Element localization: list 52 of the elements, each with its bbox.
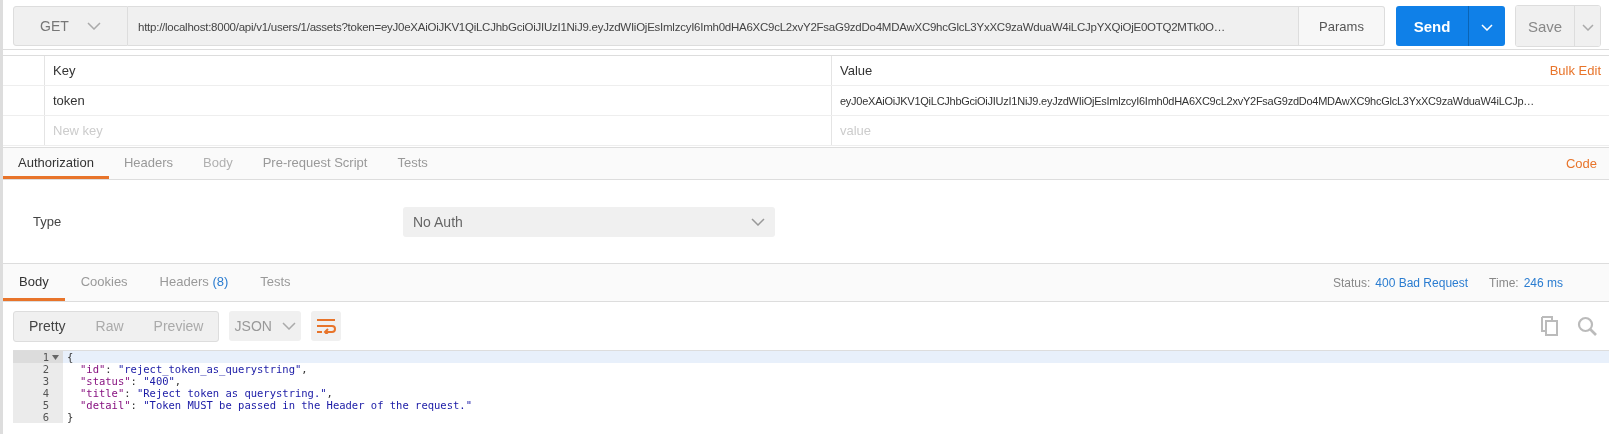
wrap-lines-button[interactable] xyxy=(311,311,342,341)
view-mode-tab[interactable]: Preview xyxy=(138,311,219,341)
url-field[interactable]: http://localhost:8000/api/v1/users/1/assets?token=eyJ0eXAiOiJKV1QiLCJhbGciOiJIUzI1NiJ9.eyJzdWIiOjEsImlzcyI6Imh0dHA6XC9cL2xvY2FsaG9zdDo4MDAwXC9hcGlcL3YxXC9zaWduaW4iLCJpYXQiOjE0OTQ2MTk0O… xyxy=(128,6,1299,46)
request-tab[interactable]: Pre-request Script xyxy=(247,148,383,179)
response-tab[interactable]: Body xyxy=(3,264,65,301)
method-dropdown[interactable]: GET xyxy=(13,6,128,46)
send-options-button[interactable] xyxy=(1468,6,1505,46)
response-tab[interactable]: Cookies xyxy=(64,264,144,301)
status-value: 400 Bad Request xyxy=(1375,275,1469,290)
response-tab[interactable]: Headers (8) xyxy=(143,264,245,301)
save-options-button[interactable] xyxy=(1574,6,1600,46)
status-label: Status: xyxy=(1332,275,1371,290)
code-link[interactable]: Code xyxy=(1565,156,1597,171)
bulk-edit-link[interactable]: Bulk Edit xyxy=(1549,63,1601,78)
request-tab[interactable]: Authorization xyxy=(3,148,109,179)
column-header: Key xyxy=(53,63,76,78)
search-icon[interactable] xyxy=(1577,316,1597,336)
view-mode-tab[interactable]: Pretty xyxy=(14,311,81,341)
format-dropdown[interactable]: JSON xyxy=(229,311,302,341)
time-value: 246 ms xyxy=(1523,275,1563,290)
request-tab[interactable]: Tests xyxy=(382,148,443,179)
response-tab[interactable]: Tests xyxy=(244,264,307,301)
param-value[interactable]: eyJ0eXAiOiJKV1QiLCJhbGciOiJIUzI1NiJ9.eyJzdWIiOjEsImlzcyI6Imh0dHA6XC9cL2xvY2FsaG9zdDo4MDAwXC9hcGlcL3YxXC9zaWduaW4iLCJp… xyxy=(840,94,1535,107)
fold-arrow-icon[interactable] xyxy=(52,354,59,360)
code-line: "id": "reject_token_as_querystring", xyxy=(79,363,309,375)
param-key[interactable]: token xyxy=(53,93,85,108)
chevron-down-icon xyxy=(1481,23,1493,31)
line-number: 5 xyxy=(42,399,49,411)
wrap-lines-icon xyxy=(316,318,337,334)
send-button[interactable]: Send xyxy=(1396,6,1468,46)
line-number: 6 xyxy=(42,411,49,423)
copy-icon[interactable] xyxy=(1541,316,1559,336)
line-number: 1 xyxy=(42,351,49,363)
time-label: Time: xyxy=(1489,275,1519,290)
save-button[interactable]: Save xyxy=(1516,6,1574,46)
auth-type-dropdown[interactable]: No Auth xyxy=(403,206,775,237)
chevron-down-icon xyxy=(282,322,297,330)
chevron-down-icon xyxy=(86,22,101,30)
type-label: Type xyxy=(32,214,63,229)
column-header: Value xyxy=(840,63,873,78)
line-number: 3 xyxy=(42,375,49,387)
code-line: "detail": "Token MUST be passed in the Header of the request." xyxy=(79,399,473,411)
params-button[interactable]: Params xyxy=(1299,6,1385,46)
line-number: 4 xyxy=(42,387,49,399)
chevron-down-icon xyxy=(1581,23,1594,31)
code-line: "title": "Reject token as querystring.", xyxy=(79,387,334,399)
view-mode-tab[interactable]: Raw xyxy=(80,311,139,341)
line-number: 2 xyxy=(42,363,49,375)
code-line: "status": "400", xyxy=(79,375,182,387)
request-tab[interactable]: Headers xyxy=(108,148,189,179)
code-line: } xyxy=(66,411,75,423)
chevron-down-icon xyxy=(751,217,765,226)
